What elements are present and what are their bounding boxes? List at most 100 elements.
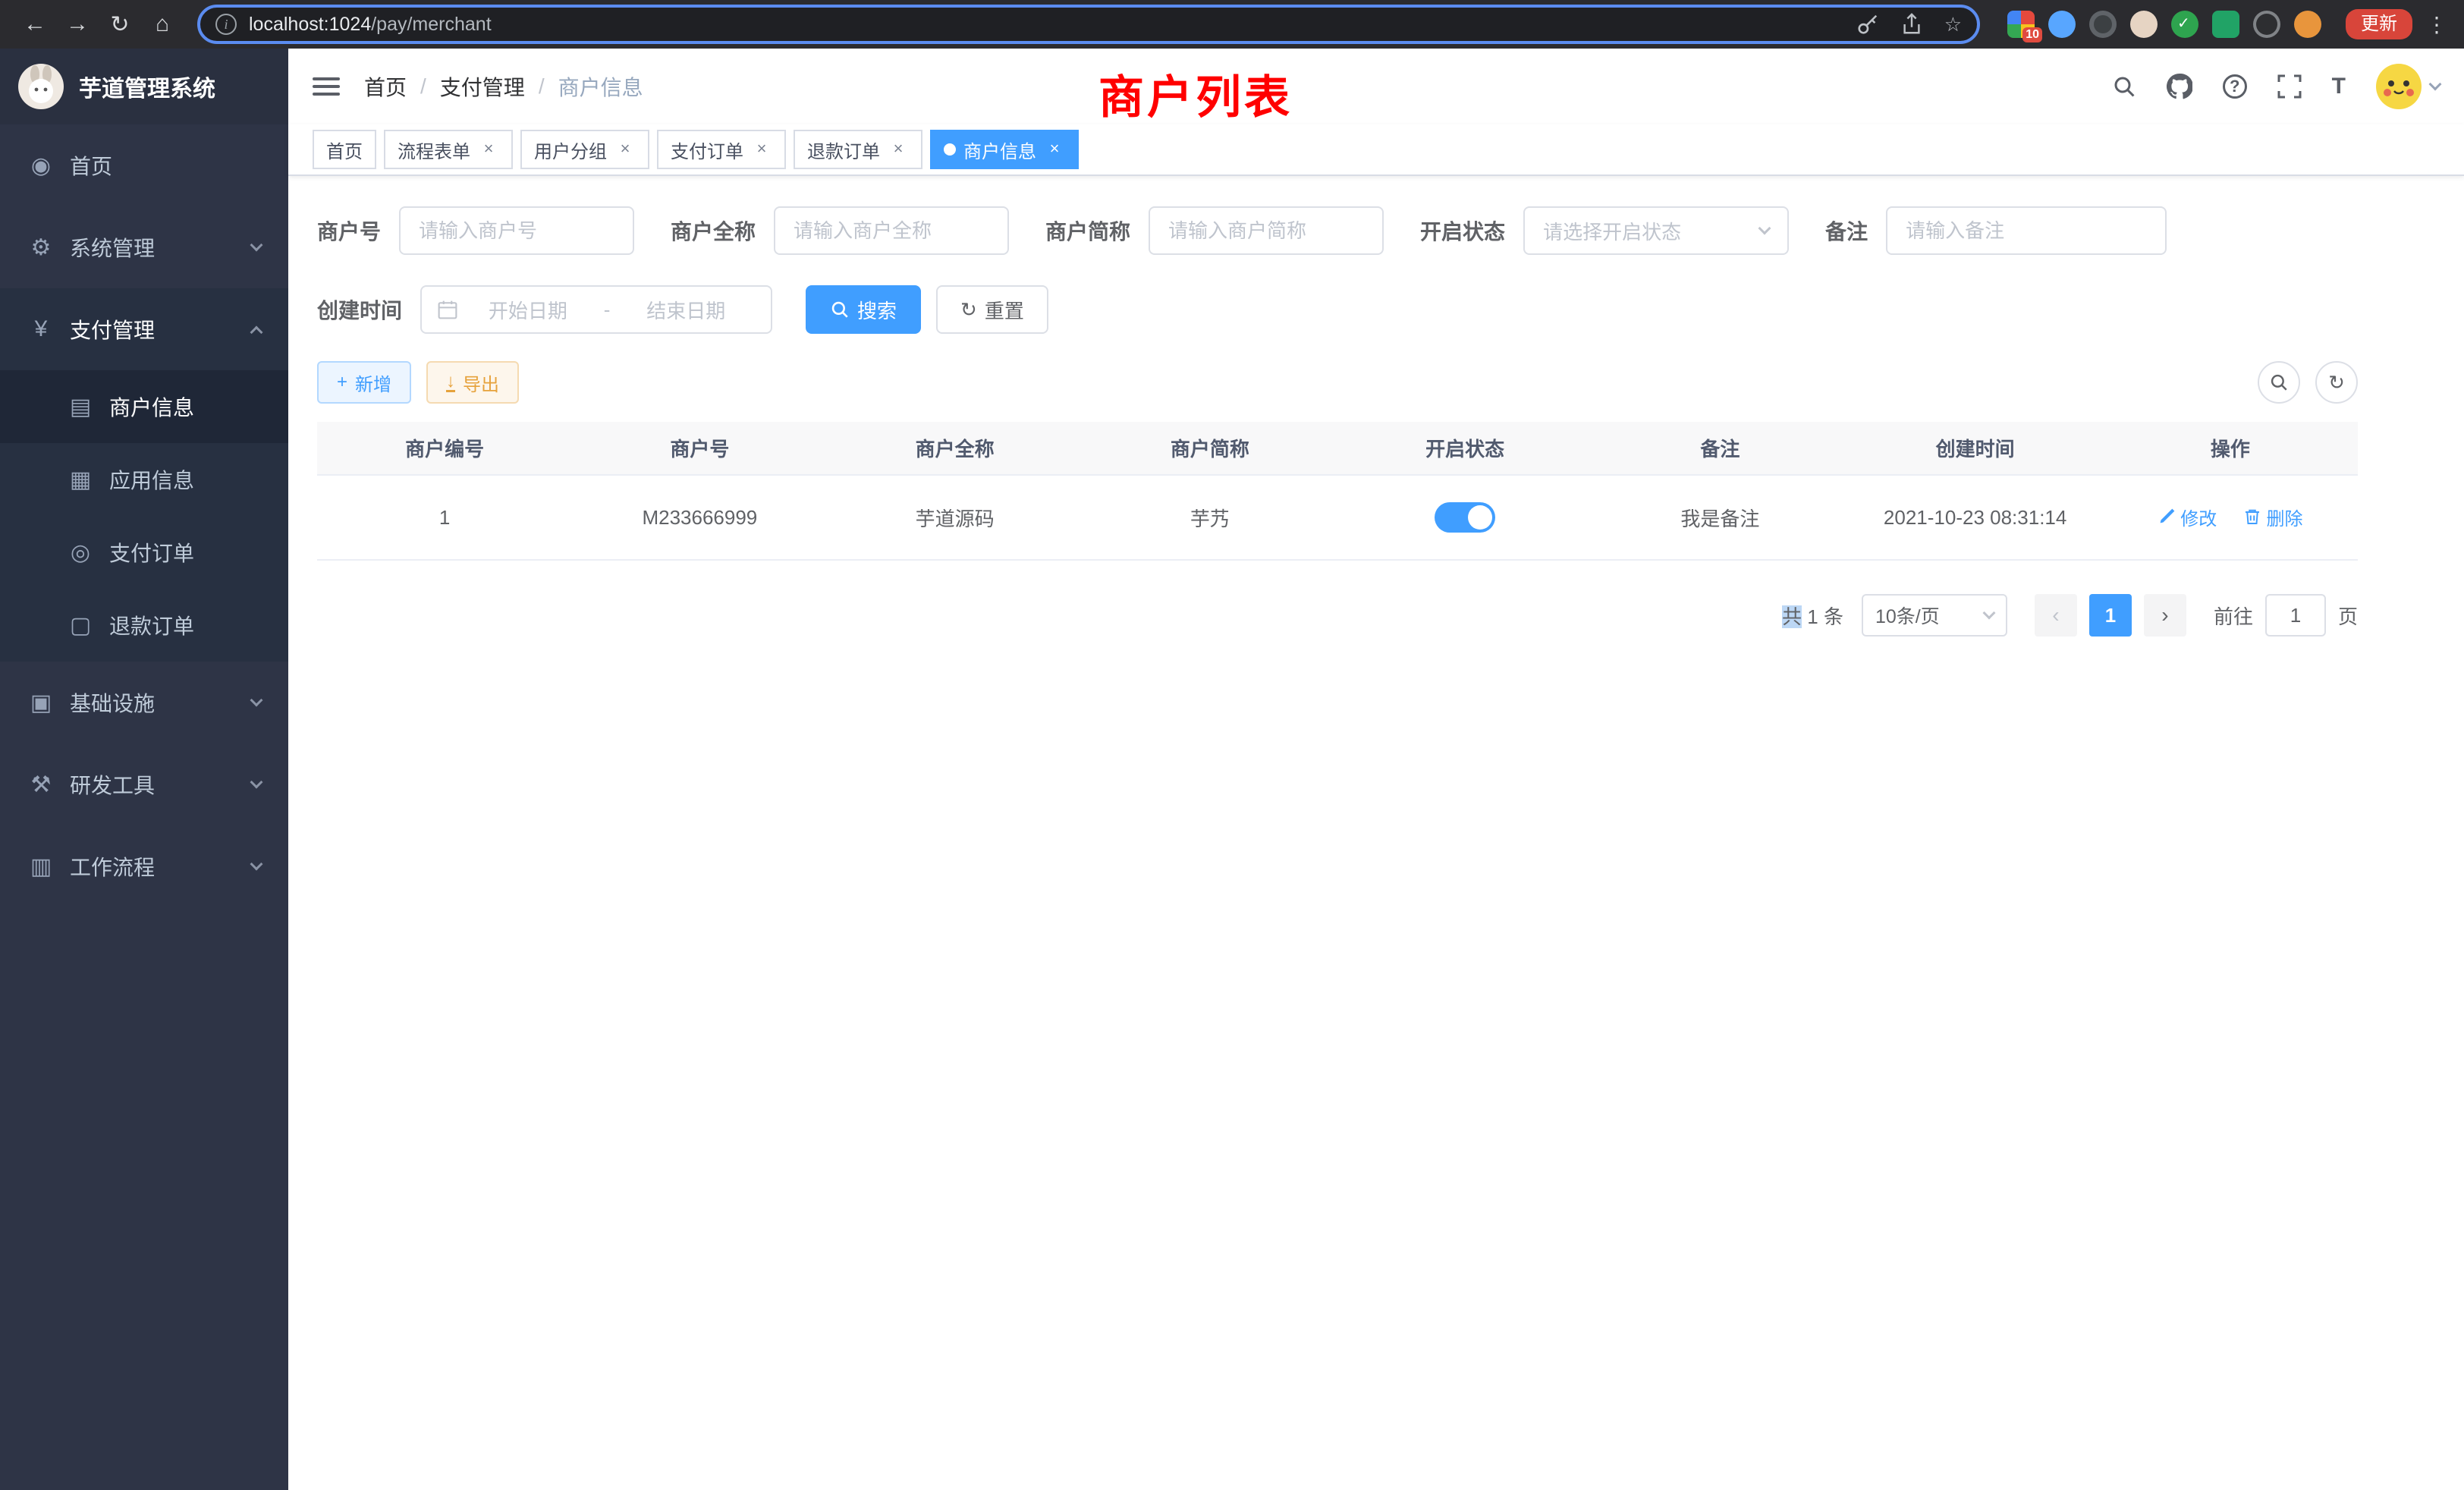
font-size-icon[interactable]: T — [2332, 74, 2346, 99]
trash-icon — [2243, 508, 2261, 526]
profile-avatar-icon[interactable] — [2294, 11, 2321, 38]
col-short-name: 商户简称 — [1083, 422, 1337, 475]
toggle-knob — [1468, 505, 1492, 530]
sidebar-item-system[interactable]: ⚙ 系统管理 — [0, 206, 288, 288]
pagination: 共 1 条 10条/页 ‹ 1 › 前往 页 — [317, 594, 2358, 637]
sidebar: 芋道管理系统 ◉ 首页 ⚙ 系统管理 ¥ 支付管理 ▤ 商户信息 — [0, 49, 288, 1490]
sidebar-item-label: 工作流程 — [70, 851, 155, 882]
user-avatar[interactable] — [2376, 64, 2440, 109]
url-host: localhost:1024 — [249, 14, 371, 35]
site-info-icon[interactable]: i — [215, 14, 237, 35]
chevron-down-icon — [250, 858, 263, 871]
help-icon[interactable]: ? — [2223, 74, 2247, 99]
add-button[interactable]: + 新增 — [317, 361, 411, 404]
close-icon[interactable]: × — [1044, 139, 1065, 160]
browser-menu-icon[interactable]: ⋮ — [2425, 12, 2449, 37]
extension-icon[interactable] — [2171, 11, 2198, 38]
sidebar-item-workflow[interactable]: ▥ 工作流程 — [0, 825, 288, 907]
close-icon[interactable]: × — [478, 139, 499, 160]
page-1-button[interactable]: 1 — [2089, 594, 2132, 637]
sidebar-item-app-info[interactable]: ▦ 应用信息 — [0, 443, 288, 516]
search-icon — [830, 300, 850, 319]
cell-status — [1337, 475, 1592, 560]
delete-button[interactable]: 删除 — [2243, 504, 2302, 530]
cell-full-name: 芋道源码 — [828, 475, 1083, 560]
document-icon: ▢ — [67, 612, 94, 639]
add-button-label: 新增 — [355, 369, 391, 396]
reset-button-label: 重置 — [985, 296, 1024, 324]
refresh-table-button[interactable]: ↻ — [2315, 361, 2358, 404]
tab-label: 流程表单 — [398, 137, 470, 163]
sidebar-item-label: 首页 — [70, 150, 112, 181]
tab-merchant-info[interactable]: 商户信息× — [930, 130, 1079, 169]
status-select[interactable]: 请选择开启状态 — [1523, 206, 1789, 255]
app-logo[interactable]: 芋道管理系统 — [0, 49, 288, 124]
extension-icon[interactable] — [2089, 11, 2117, 38]
header-search-icon[interactable] — [2112, 74, 2136, 99]
tab-user-group[interactable]: 用户分组× — [520, 130, 649, 169]
tab-pay-order[interactable]: 支付订单× — [657, 130, 786, 169]
extension-icon[interactable] — [2130, 11, 2158, 38]
breadcrumb-item[interactable]: 首页 — [364, 71, 407, 102]
sidebar-item-pay-order[interactable]: ◎ 支付订单 — [0, 516, 288, 589]
extensions-puzzle-icon[interactable]: 10 — [2007, 11, 2035, 38]
full-name-input[interactable] — [774, 206, 1009, 255]
reset-button[interactable]: ↻ 重置 — [936, 285, 1048, 334]
close-icon[interactable]: × — [888, 139, 909, 160]
close-icon[interactable]: × — [751, 139, 772, 160]
reload-icon[interactable]: ↻ — [100, 11, 140, 38]
extension-icon[interactable] — [2212, 11, 2239, 38]
address-bar[interactable]: i localhost:1024/pay/merchant ☆ — [197, 5, 1980, 44]
table-header-row: 商户编号 商户号 商户全称 商户简称 开启状态 备注 创建时间 操作 — [317, 422, 2358, 475]
collapse-sidebar-icon[interactable] — [313, 73, 340, 100]
sidebar-item-home[interactable]: ◉ 首页 — [0, 124, 288, 206]
extension-icon[interactable] — [2048, 11, 2076, 38]
dashboard-icon: ◉ — [27, 152, 55, 179]
browser-toolbar: ← → ↻ ⌂ i localhost:1024/pay/merchant ☆ … — [0, 0, 2464, 49]
forward-icon[interactable]: → — [58, 11, 97, 37]
status-toggle[interactable] — [1435, 502, 1495, 533]
edit-button[interactable]: 修改 — [2158, 504, 2217, 530]
remark-input[interactable] — [1886, 206, 2167, 255]
back-icon[interactable]: ← — [15, 11, 55, 37]
home-icon[interactable]: ⌂ — [143, 11, 182, 37]
browser-update-button[interactable]: 更新 — [2346, 9, 2412, 39]
tab-process-form[interactable]: 流程表单 × — [384, 130, 513, 169]
sidebar-item-devtools[interactable]: ⚒ 研发工具 — [0, 743, 288, 825]
sidebar-item-refund-order[interactable]: ▢ 退款订单 — [0, 589, 288, 662]
col-full-name: 商户全称 — [828, 422, 1083, 475]
fullscreen-icon[interactable] — [2277, 74, 2302, 99]
cell-create-time: 2021-10-23 08:31:14 — [1848, 475, 2103, 560]
download-icon: ↓ — [446, 373, 455, 392]
chevron-down-icon — [1982, 607, 1995, 620]
next-page-button[interactable]: › — [2144, 594, 2186, 637]
breadcrumb-item[interactable]: 支付管理 — [440, 71, 525, 102]
active-dot — [944, 143, 956, 156]
sidebar-item-merchant-info[interactable]: ▤ 商户信息 — [0, 370, 288, 443]
sidebar-item-label: 支付管理 — [70, 314, 155, 344]
github-icon[interactable] — [2167, 74, 2192, 99]
close-icon[interactable]: × — [614, 139, 636, 160]
toggle-search-button[interactable] — [2258, 361, 2300, 404]
short-name-input[interactable] — [1149, 206, 1384, 255]
merchant-table: 商户编号 商户号 商户全称 商户简称 开启状态 备注 创建时间 操作 1 — [317, 422, 2358, 561]
prev-page-button[interactable]: ‹ — [2035, 594, 2077, 637]
date-range-picker[interactable]: 开始日期 - 结束日期 — [420, 285, 772, 334]
bookmark-star-icon[interactable]: ☆ — [1944, 13, 1962, 36]
merchant-no-input[interactable] — [399, 206, 634, 255]
sidebar-item-infrastructure[interactable]: ▣ 基础设施 — [0, 662, 288, 743]
cell-actions: 修改 删除 — [2103, 475, 2358, 560]
goto-page-input[interactable] — [2265, 594, 2326, 637]
extension-icon[interactable] — [2253, 11, 2280, 38]
export-button[interactable]: ↓ 导出 — [426, 361, 519, 404]
search-button[interactable]: 搜索 — [806, 285, 921, 334]
breadcrumb: 首页 / 支付管理 / 商户信息 — [364, 71, 643, 102]
tab-home[interactable]: 首页 — [313, 130, 376, 169]
share-icon[interactable] — [1900, 13, 1923, 36]
page-size-select[interactable]: 10条/页 — [1862, 594, 2007, 637]
password-key-icon[interactable] — [1856, 13, 1879, 36]
tab-refund-order[interactable]: 退款订单× — [794, 130, 922, 169]
chevron-up-icon — [250, 326, 263, 339]
app-title: 芋道管理系统 — [79, 70, 215, 103]
sidebar-item-payment[interactable]: ¥ 支付管理 — [0, 288, 288, 370]
